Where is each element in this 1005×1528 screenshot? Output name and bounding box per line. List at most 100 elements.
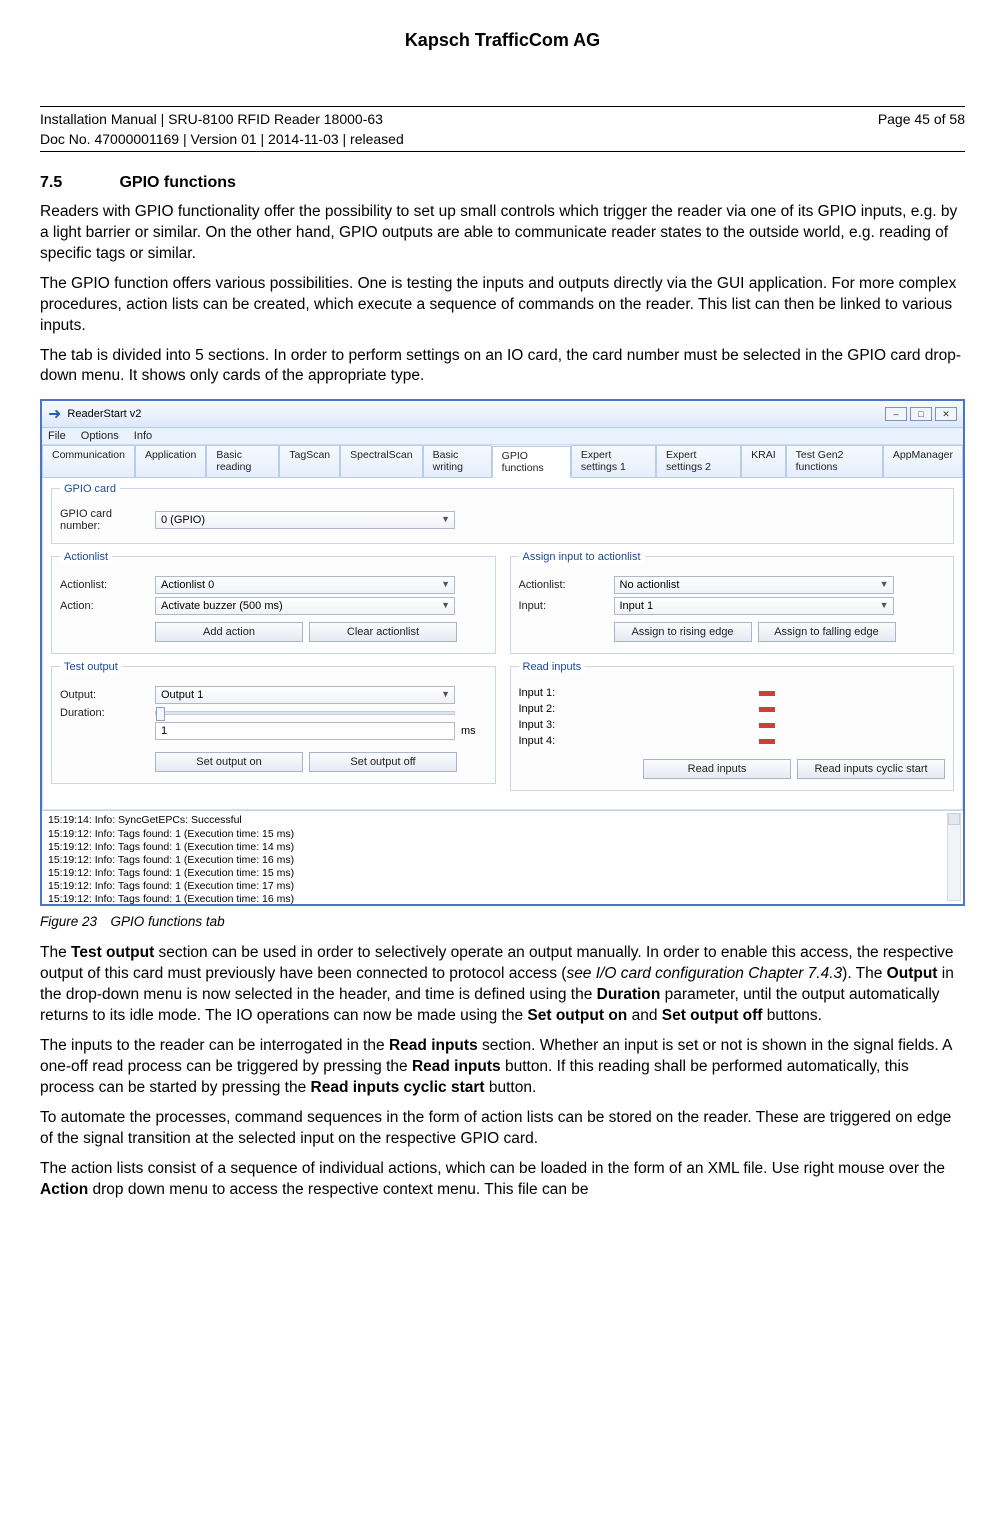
read-inputs-group: Read inputs Input 1: Input 2: Input 3: I… — [510, 666, 955, 791]
divider — [40, 151, 965, 152]
section-title: GPIO functions — [119, 174, 235, 191]
test-output-group: Test output Output: Output 1 ▼ Duration: — [51, 666, 496, 784]
bold-text: Output — [887, 965, 938, 982]
assign-rising-edge-button[interactable]: Assign to rising edge — [614, 622, 752, 642]
menu-info[interactable]: Info — [134, 430, 152, 442]
tab-basic-reading[interactable]: Basic reading — [206, 445, 279, 477]
log-line: 15:19:12: Info: Tags found: 1 (Execution… — [48, 880, 957, 893]
text: The — [40, 944, 71, 961]
add-action-button[interactable]: Add action — [155, 622, 303, 642]
tab-gpio-functions[interactable]: GPIO functions — [492, 446, 571, 478]
text: The inputs to the reader can be interrog… — [40, 1037, 389, 1054]
doc-info-row-1: Installation Manual | SRU-8100 RFID Read… — [40, 109, 965, 129]
bold-text: Read inputs cyclic start — [311, 1079, 485, 1096]
tab-expert-settings-1[interactable]: Expert settings 1 — [571, 445, 656, 477]
tab-appmanager[interactable]: AppManager — [883, 445, 963, 477]
output-combo[interactable]: Output 1 ▼ — [155, 686, 455, 704]
window-controls: – □ ✕ — [885, 407, 957, 421]
input2-label: Input 2: — [519, 703, 589, 715]
bold-text: Action — [40, 1181, 88, 1198]
paragraph: To automate the processes, command seque… — [40, 1108, 965, 1150]
assign-input-combo[interactable]: Input 1 ▼ — [614, 597, 894, 615]
input4-label: Input 4: — [519, 735, 589, 747]
ms-label: ms — [461, 725, 476, 737]
chevron-down-icon: ▼ — [880, 600, 889, 610]
doc-meta: Doc No. 47000001169 | Version 01 | 2014-… — [40, 131, 404, 147]
slider-thumb[interactable] — [156, 707, 165, 721]
maximize-button[interactable]: □ — [910, 407, 932, 421]
close-button[interactable]: ✕ — [935, 407, 957, 421]
duration-slider[interactable] — [155, 711, 455, 715]
panel-area: GPIO card GPIO card number: 0 (GPIO) ▼ A… — [42, 478, 963, 810]
paragraph: The Test output section can be used in o… — [40, 943, 965, 1027]
bold-text: Duration — [597, 986, 661, 1003]
tab-krai[interactable]: KRAI — [741, 445, 786, 477]
divider — [40, 106, 965, 107]
window-titlebar[interactable]: ➜ ReaderStart v2 – □ ✕ — [42, 401, 963, 428]
paragraph: The tab is divided into 5 sections. In o… — [40, 346, 965, 388]
assign-input-label: Input: — [519, 600, 614, 612]
back-arrow-icon[interactable]: ➜ — [48, 404, 61, 424]
chevron-down-icon: ▼ — [441, 514, 450, 524]
log-panel: 15:19:14: Info: SyncGetEPCs: Successful … — [42, 810, 963, 904]
text: The action lists consist of a sequence o… — [40, 1160, 945, 1177]
gpio-card-group: GPIO card GPIO card number: 0 (GPIO) ▼ — [51, 488, 954, 544]
text: ). The — [842, 965, 887, 982]
set-output-off-button[interactable]: Set output off — [309, 752, 457, 772]
action-combo[interactable]: Activate buzzer (500 ms) ▼ — [155, 597, 455, 615]
bold-text: Set output on — [527, 1007, 627, 1024]
assign-input-group: Assign input to actionlist Actionlist: N… — [510, 556, 955, 654]
menu-file[interactable]: File — [48, 430, 66, 442]
bold-text: Read inputs — [389, 1037, 478, 1054]
test-output-legend: Test output — [60, 661, 122, 673]
section-heading: 7.5 GPIO functions — [40, 174, 965, 192]
paragraph: The GPIO function offers various possibi… — [40, 274, 965, 337]
text: and — [627, 1007, 661, 1024]
read-inputs-button[interactable]: Read inputs — [643, 759, 791, 779]
output-label: Output: — [60, 689, 155, 701]
tab-communication[interactable]: Communication — [42, 445, 135, 477]
read-inputs-cyclic-button[interactable]: Read inputs cyclic start — [797, 759, 945, 779]
figure-caption: Figure 23 GPIO functions tab — [40, 914, 965, 929]
text: button. — [485, 1079, 537, 1096]
window-title: ReaderStart v2 — [67, 408, 141, 420]
tab-tagscan[interactable]: TagScan — [279, 445, 340, 477]
tab-application[interactable]: Application — [135, 445, 206, 477]
set-output-on-button[interactable]: Set output on — [155, 752, 303, 772]
chevron-down-icon: ▼ — [441, 600, 450, 610]
section-number: 7.5 — [40, 174, 115, 192]
log-scroll-thumb[interactable] — [948, 813, 960, 825]
assign-actionlist-combo[interactable]: No actionlist ▼ — [614, 576, 894, 594]
actionlist-value: Actionlist 0 — [161, 579, 214, 591]
log-line: 15:19:14: Info: SyncGetEPCs: Successful — [48, 814, 957, 827]
gpio-card-value: 0 (GPIO) — [161, 514, 205, 526]
paragraph: The action lists consist of a sequence o… — [40, 1159, 965, 1201]
page-number: Page 45 of 58 — [878, 111, 965, 127]
actionlist-combo[interactable]: Actionlist 0 ▼ — [155, 576, 455, 594]
duration-input[interactable]: 1 — [155, 722, 455, 740]
input4-led — [759, 739, 775, 744]
assign-list-label: Actionlist: — [519, 579, 614, 591]
chevron-down-icon: ▼ — [880, 579, 889, 589]
tab-basic-writing[interactable]: Basic writing — [423, 445, 492, 477]
bold-text: Test output — [71, 944, 154, 961]
tab-spectralscan[interactable]: SpectralScan — [340, 445, 422, 477]
assign-falling-edge-button[interactable]: Assign to falling edge — [758, 622, 896, 642]
minimize-button[interactable]: – — [885, 407, 907, 421]
clear-actionlist-button[interactable]: Clear actionlist — [309, 622, 457, 642]
output-value: Output 1 — [161, 689, 203, 701]
text: drop down menu to access the respective … — [88, 1181, 588, 1198]
tab-expert-settings-2[interactable]: Expert settings 2 — [656, 445, 741, 477]
actionlist-list-label: Actionlist: — [60, 579, 155, 591]
doc-info-row-2: Doc No. 47000001169 | Version 01 | 2014-… — [40, 129, 965, 149]
assign-actionlist-value: No actionlist — [620, 579, 680, 591]
duration-label: Duration: — [60, 707, 155, 719]
log-scrollbar[interactable] — [947, 813, 961, 901]
input2-led — [759, 707, 775, 712]
gpio-card-combo[interactable]: 0 (GPIO) ▼ — [155, 511, 455, 529]
input1-label: Input 1: — [519, 687, 589, 699]
tab-test-gen2[interactable]: Test Gen2 functions — [786, 445, 883, 477]
menu-options[interactable]: Options — [81, 430, 119, 442]
company-header: Kapsch TrafficCom AG — [40, 30, 965, 51]
chevron-down-icon: ▼ — [441, 689, 450, 699]
